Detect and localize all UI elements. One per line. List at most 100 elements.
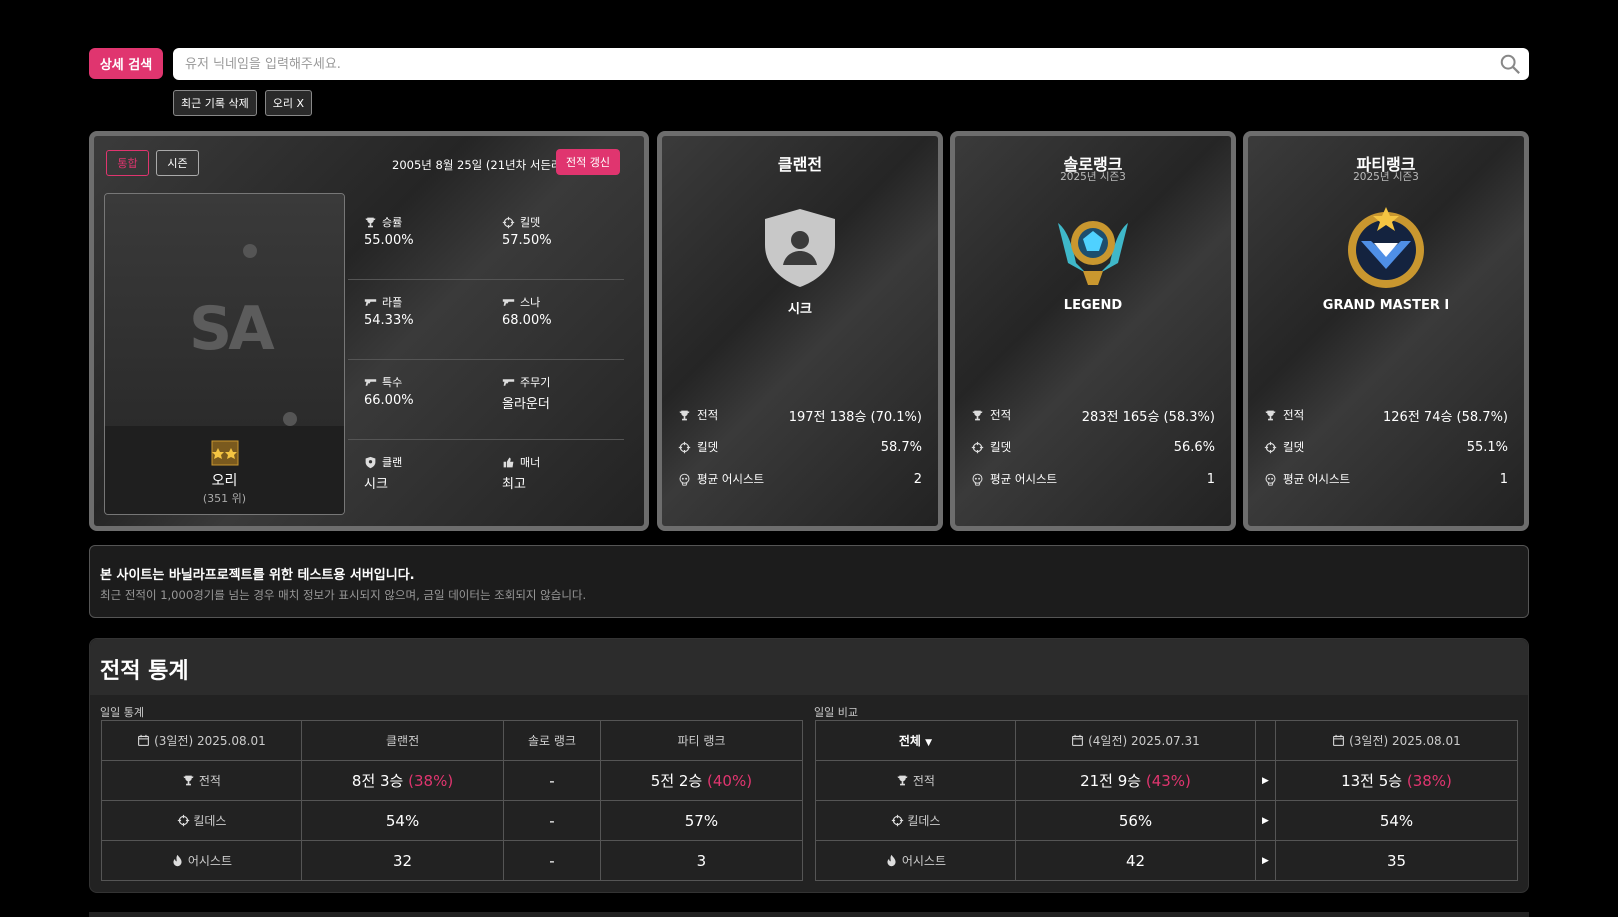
player-nickname: 오리	[211, 473, 238, 489]
col-solo-rank: 솔로 랭크	[503, 720, 601, 761]
trophy-icon	[678, 409, 691, 422]
refresh-record-button[interactable]: 전적 갱신	[556, 149, 620, 175]
rifle-icon	[364, 296, 377, 309]
record-value: 126전 74승 (58.7%)	[1383, 409, 1508, 425]
notice-banner: 본 사이트는 바닐라프로젝트를 위한 테스트용 서버입니다. 최근 전적이 1,…	[89, 545, 1529, 618]
caret-down-icon: ▼	[925, 738, 933, 748]
profile-image-panel: SA 오리 (351 위)	[104, 193, 345, 515]
daily-date-header[interactable]: (3일전) 2025.08.01	[101, 720, 302, 761]
crosshair-icon	[1264, 441, 1277, 454]
party-rank-card: 파티랭크 2025년 시즌3 GRAND MASTER I 전적 126전 74승…	[1243, 131, 1529, 531]
sniper-icon	[502, 296, 515, 309]
special-gun-icon	[364, 376, 377, 389]
calendar-icon	[1071, 734, 1084, 747]
arrow-right-icon: ▶	[1255, 800, 1276, 841]
assist-value: 1	[1499, 471, 1508, 487]
assist-value: 2	[913, 471, 922, 487]
col-clan: 클랜전	[300, 720, 505, 761]
crosshair-icon	[678, 441, 691, 454]
player-rank-position: (351 위)	[202, 492, 247, 505]
daily-compare-label: 일일 비교	[814, 706, 858, 719]
detail-search-button[interactable]: 상세 검색	[89, 48, 163, 79]
kd-value: 55.1%	[1466, 439, 1508, 455]
table-row: 어시스트 32 - 3	[101, 840, 804, 881]
tab-all[interactable]: 통합	[106, 150, 149, 176]
crosshair-icon	[971, 441, 984, 454]
table-row: 킬데스 54% - 57%	[101, 800, 804, 841]
fire-icon	[885, 854, 898, 867]
profile-card: 통합 시즌 2005년 8월 25일 (21년차 서든러) 전적 갱신 SA 오…	[89, 131, 649, 531]
shield-icon	[364, 456, 377, 469]
section-title: 전적 통계	[90, 639, 1528, 695]
skull-icon	[678, 473, 691, 486]
daily-stats-label: 일일 통계	[100, 706, 144, 719]
compare-filter-dropdown[interactable]: 전체 ▼	[815, 720, 1016, 761]
compare-date-b[interactable]: (3일전) 2025.08.01	[1275, 720, 1518, 761]
rank-name: LEGEND	[1063, 298, 1123, 313]
season-label: 2025년 시즌3	[1060, 171, 1126, 183]
season-label: 2025년 시즌3	[1353, 171, 1419, 183]
arrow-right-icon: ▶	[1255, 760, 1276, 801]
stat-sniper: 스나 68.00%	[502, 296, 552, 328]
table-row: 전적 8전 3승 (38%) - 5전 2승 (40%)	[101, 760, 804, 801]
stat-winrate: 승률 55.00%	[364, 216, 414, 248]
clan-match-card: 클랜전 시크 전적 197전 138승 (70.1%) 킬뎃 58.7% 평균 어시…	[657, 131, 943, 531]
kd-value: 56.6%	[1173, 439, 1215, 455]
trophy-icon	[896, 774, 909, 787]
clear-recent-button[interactable]: 최근 기록 삭제	[173, 90, 257, 116]
notice-body: 최근 전적이 1,000경기를 넘는 경우 매치 정보가 표시되지 않으며, 금…	[100, 588, 587, 602]
join-date: 2005년 8월 25일 (21년차 서든러)	[392, 158, 567, 172]
crosshair-icon	[891, 814, 904, 827]
table-row: 킬데스 56% ▶ 54%	[815, 800, 1518, 841]
assist-value: 1	[1206, 471, 1215, 487]
crosshair-icon	[502, 216, 515, 229]
trophy-icon	[971, 409, 984, 422]
record-stats-section: 전적 통계 일일 통계 (3일전) 2025.08.01 클랜전 솔로 랭크 파…	[89, 638, 1529, 893]
game-logo: SA	[189, 294, 275, 364]
search-icon[interactable]	[1499, 53, 1521, 75]
trophy-icon	[364, 216, 377, 229]
daily-compare-table: 전체 ▼ (4일전) 2025.07.31 (3일전) 2025.08.01 전…	[815, 720, 1518, 881]
trophy-icon	[1264, 409, 1277, 422]
grandmaster-emblem-icon	[1348, 207, 1424, 288]
profile-stats: 승률 55.00% 킬뎃 57.50% 라플 54.33% 스나 68.00% 특수 66…	[348, 200, 624, 520]
skull-icon	[971, 473, 984, 486]
arrow-right-icon: ▶	[1255, 840, 1276, 881]
card-title: 클랜전	[777, 155, 823, 174]
record-value: 283전 165승 (58.3%)	[1081, 409, 1215, 425]
trophy-icon	[182, 774, 195, 787]
main-weapon-icon	[502, 376, 515, 389]
record-value: 197전 138승 (70.1%)	[788, 409, 922, 425]
next-section-edge	[89, 912, 1529, 917]
tab-season[interactable]: 시즌	[156, 150, 199, 176]
compare-date-a[interactable]: (4일전) 2025.07.31	[1015, 720, 1256, 761]
rank-name: 시크	[788, 302, 812, 317]
stat-main-weapon: 주무기 올라운더	[502, 376, 551, 412]
kd-value: 58.7%	[880, 439, 922, 455]
thumbs-up-icon	[502, 456, 515, 469]
calendar-icon	[137, 734, 150, 747]
col-party-rank: 파티 랭크	[599, 720, 804, 761]
profile-background: SA	[105, 194, 344, 426]
legend-emblem-icon	[1058, 221, 1128, 285]
search-input[interactable]	[173, 48, 1529, 80]
stat-manner: 매너 최고	[502, 456, 541, 492]
calendar-icon	[1332, 734, 1345, 747]
stat-rifle: 라플 54.33%	[364, 296, 414, 328]
notice-title: 본 사이트는 바닐라프로젝트를 위한 테스트용 서버입니다.	[100, 568, 415, 583]
stat-kd: 킬뎃 57.50%	[502, 216, 552, 248]
table-row: 어시스트 42 ▶ 35	[815, 840, 1518, 881]
table-row: 전적 21전 9승 (43%) ▶ 13전 5승 (38%)	[815, 760, 1518, 801]
stat-special: 특수 66.00%	[364, 376, 414, 408]
rank-badge-icon	[211, 440, 239, 466]
clan-shield-icon	[765, 209, 835, 287]
fire-icon	[171, 854, 184, 867]
daily-stats-table: (3일전) 2025.08.01 클랜전 솔로 랭크 파티 랭크 전적 8전 3…	[101, 720, 804, 881]
stat-clan: 클랜 시크	[364, 456, 403, 492]
solo-rank-card: 솔로랭크 2025년 시즌3 LEGEND 전적 283전 165승 (58.3%…	[950, 131, 1236, 531]
rank-name: GRAND MASTER I	[1322, 298, 1450, 313]
skull-icon	[1264, 473, 1277, 486]
search-box	[173, 48, 1529, 80]
crosshair-icon	[177, 814, 190, 827]
recent-search-chip[interactable]: 오리 X	[264, 90, 312, 116]
